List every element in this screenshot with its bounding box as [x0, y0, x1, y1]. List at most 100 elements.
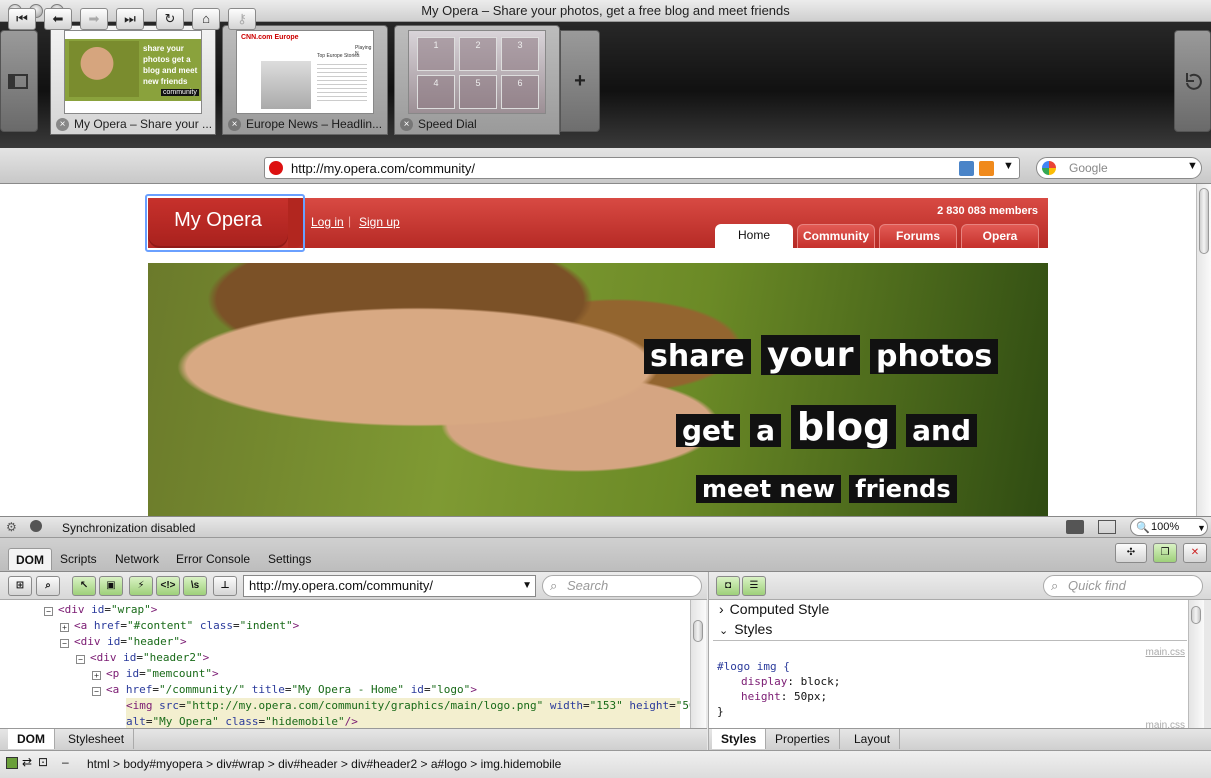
- google-icon: [1042, 161, 1056, 175]
- panel-toggle-button[interactable]: [0, 30, 38, 132]
- dom-node-line[interactable]: alt="My Opera" class="hidemobile"/>: [126, 714, 680, 728]
- tab-network[interactable]: Network: [108, 548, 166, 570]
- expand-toggle-icon[interactable]: −: [76, 655, 85, 664]
- minus-icon[interactable]: –: [62, 755, 69, 769]
- quick-find-input[interactable]: ⌕ Quick find: [1043, 575, 1203, 597]
- dom-scroll-thumb[interactable]: [693, 620, 703, 642]
- address-dropdown-icon[interactable]: ▼: [1003, 160, 1014, 172]
- dom-tree-button[interactable]: ⊞: [8, 576, 32, 596]
- breadcrumb[interactable]: html > body#myopera > div#wrap > div#hea…: [87, 757, 561, 771]
- document-selector[interactable]: http://my.opera.com/community/ ▼: [243, 575, 536, 597]
- show-defaults-button[interactable]: ◘: [716, 576, 740, 596]
- dom-tree[interactable]: − <div id="wrap"> + <a href="#content" clas…: [0, 600, 690, 728]
- computed-style-header[interactable]: › Computed Style: [719, 601, 829, 617]
- search-engine-dropdown-icon[interactable]: ▼: [1187, 160, 1198, 172]
- tab-europe-news[interactable]: CNN.com Europe Top Europe Stories Playin…: [222, 25, 388, 135]
- swap-icon[interactable]: ⇄: [22, 755, 32, 769]
- address-field[interactable]: http://my.opera.com/community/ ▼: [264, 157, 1020, 179]
- subtab-layout[interactable]: Layout: [845, 729, 901, 749]
- subtab-properties[interactable]: Properties: [766, 729, 840, 749]
- magnifier-icon: 🔍: [1136, 522, 1150, 534]
- closed-tabs-button[interactable]: [1174, 30, 1211, 132]
- select-by-click-button[interactable]: ↖: [72, 576, 96, 596]
- dom-node-line[interactable]: − <div id="wrap">: [44, 602, 157, 618]
- tab-speed-dial[interactable]: 123 456 × Speed Dial: [394, 25, 560, 135]
- expand-toggle-icon[interactable]: −: [92, 687, 101, 696]
- console-icon[interactable]: [6, 757, 18, 769]
- toggle-icon[interactable]: ⊡: [38, 755, 48, 769]
- site-nav-home[interactable]: Home: [715, 224, 793, 248]
- sync-icon[interactable]: [30, 520, 42, 532]
- stylesheet-link[interactable]: main.css: [1146, 720, 1185, 728]
- dom-breadcrumb-bar: ⇄ ⊡ – html > body#myopera > div#wrap > d…: [0, 750, 1211, 778]
- site-nav-opera[interactable]: Opera: [961, 224, 1039, 248]
- style-scrollbar[interactable]: [1188, 600, 1204, 728]
- css-rule-close: }: [717, 705, 724, 718]
- show-shorthands-button[interactable]: ☰: [742, 576, 766, 596]
- tab-my-opera[interactable]: share your photos get a blog and meet ne…: [50, 25, 216, 135]
- css-declaration[interactable]: height: 50px;: [741, 690, 827, 703]
- signup-link[interactable]: Sign up: [359, 215, 400, 229]
- detach-window-button[interactable]: ❐: [1153, 543, 1177, 563]
- back-arrow-icon: ⬅: [52, 11, 64, 26]
- dom-scrollbar[interactable]: [690, 600, 706, 728]
- tab-close-icon[interactable]: ×: [56, 118, 69, 131]
- tab-close-icon[interactable]: ×: [400, 118, 413, 131]
- tab-dom[interactable]: DOM: [8, 548, 52, 570]
- expand-toggle-icon[interactable]: −: [44, 607, 53, 616]
- style-scroll-thumb[interactable]: [1191, 606, 1201, 624]
- debug-context-button[interactable]: ✣: [1115, 543, 1147, 563]
- close-devtools-button[interactable]: ✕: [1183, 543, 1207, 563]
- expand-toggle-icon[interactable]: −: [60, 639, 69, 648]
- css-declaration[interactable]: display: block;: [741, 675, 840, 688]
- login-link[interactable]: Log in: [311, 215, 344, 229]
- subtab-dom[interactable]: DOM: [8, 729, 55, 749]
- page-scroll-thumb[interactable]: [1199, 188, 1209, 254]
- home-button[interactable]: ⌂: [192, 8, 220, 30]
- wand-button[interactable]: ⚷: [228, 8, 256, 30]
- forward-button[interactable]: ➡: [80, 8, 108, 30]
- page-scrollbar[interactable]: [1196, 184, 1211, 516]
- tab-close-icon[interactable]: ×: [228, 118, 241, 131]
- search-field[interactable]: Google ▼: [1036, 157, 1202, 179]
- fast-forward-button[interactable]: ⏭: [116, 8, 144, 30]
- bookmark-gear-icon[interactable]: [959, 161, 974, 176]
- reload-button[interactable]: ↻: [156, 8, 184, 30]
- stylesheet-link[interactable]: main.css: [1146, 647, 1185, 658]
- dom-node-line[interactable]: + <p id="memcount">: [92, 666, 219, 682]
- zoom-dropdown-icon: ▼: [1197, 523, 1206, 533]
- dom-node-line[interactable]: − <a href="/community/" title="My Opera -…: [92, 682, 477, 698]
- rss-feed-icon[interactable]: [979, 161, 994, 176]
- tools-icon[interactable]: ⚙: [6, 520, 17, 534]
- site-nav-forums[interactable]: Forums: [879, 224, 957, 248]
- markup-view-button[interactable]: <!>: [156, 576, 180, 596]
- tab-error-console[interactable]: Error Console: [169, 548, 257, 570]
- tab-title: Europe News – Headlin...: [246, 117, 383, 131]
- dom-node-line[interactable]: <img src="http://my.opera.com/community/…: [126, 698, 690, 714]
- view-mode-icon[interactable]: [1098, 520, 1116, 534]
- dom-node-line[interactable]: + <a href="#content" class="indent">: [60, 618, 299, 634]
- site-nav-community[interactable]: Community: [797, 224, 875, 248]
- back-button[interactable]: ⬅: [44, 8, 72, 30]
- zoom-selector[interactable]: 🔍 100% ▼: [1130, 518, 1208, 536]
- expand-toggle-icon[interactable]: +: [92, 671, 101, 680]
- tab-scripts[interactable]: Scripts: [53, 548, 104, 570]
- highlight-element-button[interactable]: ▣: [99, 576, 123, 596]
- update-dom-button[interactable]: ⚡: [129, 576, 153, 596]
- whitespace-button[interactable]: \s: [183, 576, 207, 596]
- subtab-styles[interactable]: Styles: [712, 729, 767, 749]
- rewind-button[interactable]: ⏮: [8, 8, 36, 30]
- dom-node-line[interactable]: − <div id="header">: [60, 634, 187, 650]
- expand-toggle-icon[interactable]: +: [60, 623, 69, 632]
- inspect-frame-button[interactable]: ⌕: [36, 576, 60, 596]
- style-pane: › Computed Style ⌄ Styles main.css #logo i…: [708, 600, 1188, 728]
- dom-node-line[interactable]: − <div id="header2">: [76, 650, 209, 666]
- tab-settings[interactable]: Settings: [261, 548, 318, 570]
- presentation-mode-icon[interactable]: [1066, 520, 1084, 534]
- export-dom-button[interactable]: ⊥: [213, 576, 237, 596]
- styles-header[interactable]: ⌄ Styles: [719, 621, 772, 637]
- dom-search-input[interactable]: ⌕ Search: [542, 575, 702, 597]
- new-tab-button[interactable]: +: [560, 30, 600, 132]
- speed-dial-cell: 4: [417, 75, 455, 109]
- subtab-stylesheet[interactable]: Stylesheet: [59, 729, 135, 749]
